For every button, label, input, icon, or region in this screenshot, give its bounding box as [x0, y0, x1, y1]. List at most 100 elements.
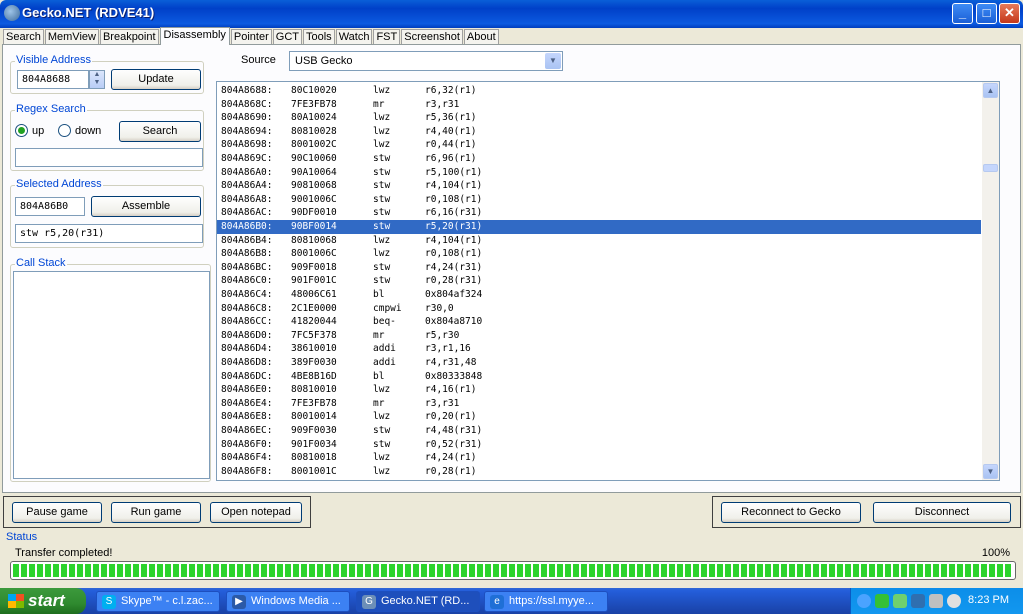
regex-query-input[interactable]: [15, 148, 203, 167]
assemble-button[interactable]: Assemble: [91, 196, 201, 217]
start-button[interactable]: start: [0, 588, 86, 614]
taskbar-item[interactable]: G Gecko.NET (RD...: [356, 591, 480, 612]
tab-fst[interactable]: FST: [373, 29, 401, 45]
disassembly-row[interactable]: 804A86D0: 7FC5F378 mr r5,r30: [217, 329, 981, 343]
vertical-scrollbar[interactable]: ▲ ▼: [982, 82, 999, 480]
disassembly-row[interactable]: 804A868C: 7FE3FB78 mr r3,r31: [217, 98, 981, 112]
row-op: lwz: [373, 234, 391, 246]
network-icon[interactable]: [911, 594, 925, 608]
disassembly-row[interactable]: 804A8690: 80A10024 lwz r5,36(r1): [217, 111, 981, 125]
row-args: r0,108(r1): [425, 193, 483, 205]
selected-address-group: Selected Address 804A86B0 Assemble stw r…: [10, 178, 204, 248]
reconnect-button[interactable]: Reconnect to Gecko: [721, 502, 861, 523]
row-op: mr: [373, 329, 385, 341]
pause-game-button[interactable]: Pause game: [12, 502, 102, 523]
row-op: addi: [373, 343, 396, 355]
visible-address-input[interactable]: 804A8688: [17, 70, 89, 89]
tab-watch[interactable]: Watch: [335, 29, 373, 45]
disassembly-row[interactable]: 804A8694: 80810028 lwz r4,40(r1): [217, 125, 981, 139]
row-addr: 804A86A8:: [221, 193, 273, 205]
disassembly-row[interactable]: 804A86AC: 90DF0010 stw r6,16(r31): [217, 206, 981, 220]
disassembly-list[interactable]: 804A8688: 80C10020 lwz r6,32(r1) 804A868C: 7F…: [216, 81, 1000, 481]
taskbar-item[interactable]: S Skype™ - c.l.zac...: [96, 591, 220, 612]
disassembly-row[interactable]: 804A86E8: 80010014 lwz r0,20(r1): [217, 410, 981, 424]
display-icon[interactable]: [929, 594, 943, 608]
disassembly-row[interactable]: 804A86D8: 389F0030 addi r4,r31,48: [217, 356, 981, 370]
row-addr: 804A86EC:: [221, 425, 273, 436]
tray-shield-icon[interactable]: [875, 594, 889, 608]
update-button[interactable]: Update: [111, 69, 201, 90]
search-button[interactable]: Search: [119, 121, 201, 142]
disassembly-row[interactable]: 804A86CC: 41820044 beq- 0x804a8710: [217, 315, 981, 329]
selected-address-input[interactable]: 804A86B0: [15, 197, 85, 216]
disassembly-row[interactable]: 804A86B0: 90BF0014 stw r5,20(r31): [217, 220, 981, 234]
tab-memview[interactable]: MemView: [44, 29, 99, 45]
disconnect-button[interactable]: Disconnect: [873, 502, 1011, 523]
scroll-down-icon[interactable]: ▼: [983, 464, 998, 479]
scroll-up-icon[interactable]: ▲: [983, 83, 998, 98]
disassembly-row[interactable]: 804A86A8: 9001006C stw r0,108(r1): [217, 193, 981, 207]
disassembly-row[interactable]: 804A86C8: 2C1E0000 cmpwi r30,0: [217, 302, 981, 316]
disassembly-row[interactable]: 804A86F4: 80810018 lwz r4,24(r1): [217, 451, 981, 465]
disassembly-row[interactable]: 804A86DC: 4BE8B16D bl 0x80333848: [217, 370, 981, 384]
tab-search[interactable]: Search: [3, 29, 44, 45]
tab-tools[interactable]: Tools: [303, 29, 335, 45]
close-button[interactable]: ✕: [999, 3, 1020, 24]
disassembly-row[interactable]: 804A86C4: 48006C61 bl 0x804af324: [217, 288, 981, 302]
tab-about[interactable]: About: [463, 29, 499, 45]
instruction-input[interactable]: stw r5,20(r31): [15, 224, 203, 243]
signal-strength-icon[interactable]: [893, 594, 907, 608]
down-radio[interactable]: [58, 124, 71, 137]
selected-address-legend: Selected Address: [15, 178, 103, 190]
disassembly-row[interactable]: 804A86B8: 8001006C lwz r0,108(r1): [217, 247, 981, 261]
volume-icon[interactable]: [947, 594, 961, 608]
disassembly-row[interactable]: 804A869C: 90C10060 stw r6,96(r1): [217, 152, 981, 166]
tab-breakpoint[interactable]: Breakpoint: [99, 29, 159, 45]
tab-disassembly[interactable]: Disassembly: [159, 27, 230, 45]
call-stack-list[interactable]: [13, 271, 210, 479]
disassembly-row[interactable]: 804A86B4: 80810068 lwz r4,104(r1): [217, 234, 981, 248]
row-args: 0x804af324: [425, 289, 483, 300]
task-icon: e: [490, 595, 504, 609]
row-addr: 804A86E0:: [221, 384, 273, 396]
row-args: r0,44(r1): [425, 139, 477, 151]
disassembly-row[interactable]: 804A86EC: 909F0030 stw r4,48(r31): [217, 424, 981, 438]
row-op: bl: [373, 289, 385, 300]
address-spinner[interactable]: ▲ ▼: [89, 70, 105, 89]
row-addr: 804A8694:: [221, 125, 273, 137]
taskbar-item[interactable]: ▶ Windows Media ...: [226, 591, 350, 612]
disassembly-row[interactable]: 804A86F8: 8001001C lwz r0,28(r1): [217, 465, 981, 479]
open-notepad-button[interactable]: Open notepad: [210, 502, 302, 523]
disassembly-row[interactable]: 804A8688: 80C10020 lwz r6,32(r1): [217, 84, 981, 98]
regex-search-group: Regex Search up down Search: [10, 103, 204, 171]
row-addr: 804A86A4:: [221, 180, 273, 192]
tab-gct[interactable]: GCT: [272, 29, 302, 45]
disassembly-row[interactable]: 804A86A4: 90810068 stw r4,104(r1): [217, 179, 981, 193]
title-bar[interactable]: Gecko.NET (RDVE41) _ □ ✕: [0, 0, 1023, 28]
disassembly-row[interactable]: 804A8698: 8001002C lwz r0,44(r1): [217, 138, 981, 152]
maximize-button[interactable]: □: [976, 3, 997, 24]
row-addr: 804A86B0:: [221, 221, 273, 232]
up-radio[interactable]: [15, 124, 28, 137]
scroll-thumb[interactable]: [983, 164, 998, 172]
disassembly-row[interactable]: 804A86D4: 38610010 addi r3,r1,16: [217, 342, 981, 356]
disassembly-row[interactable]: 804A86F0: 901F0034 stw r0,52(r31): [217, 438, 981, 452]
minimize-button[interactable]: _: [952, 3, 973, 24]
window-title: Gecko.NET (RDVE41): [22, 5, 155, 20]
row-addr: 804A86F4:: [221, 452, 273, 464]
chevron-down-icon[interactable]: ▼: [545, 53, 561, 69]
disassembly-row[interactable]: 804A86BC: 909F0018 stw r4,24(r31): [217, 261, 981, 275]
disassembly-row[interactable]: 804A86C0: 901F001C stw r0,28(r31): [217, 274, 981, 288]
disassembly-row[interactable]: 804A86A0: 90A10064 stw r5,100(r1): [217, 166, 981, 180]
disassembly-row[interactable]: 804A86E4: 7FE3FB78 mr r3,r31: [217, 397, 981, 411]
run-game-button[interactable]: Run game: [111, 502, 201, 523]
tab-screenshot[interactable]: Screenshot: [401, 29, 463, 45]
source-select[interactable]: USB Gecko ▼: [289, 51, 563, 71]
tray-expand-icon[interactable]: [857, 594, 871, 608]
taskbar-item[interactable]: e https://ssl.myye...: [484, 591, 608, 612]
progress-bar: [10, 561, 1016, 580]
row-addr: 804A86B8:: [221, 248, 273, 260]
disassembly-row[interactable]: 804A86E0: 80810010 lwz r4,16(r1): [217, 383, 981, 397]
row-args: r4,104(r1): [425, 180, 483, 192]
tab-pointer[interactable]: Pointer: [230, 29, 272, 45]
